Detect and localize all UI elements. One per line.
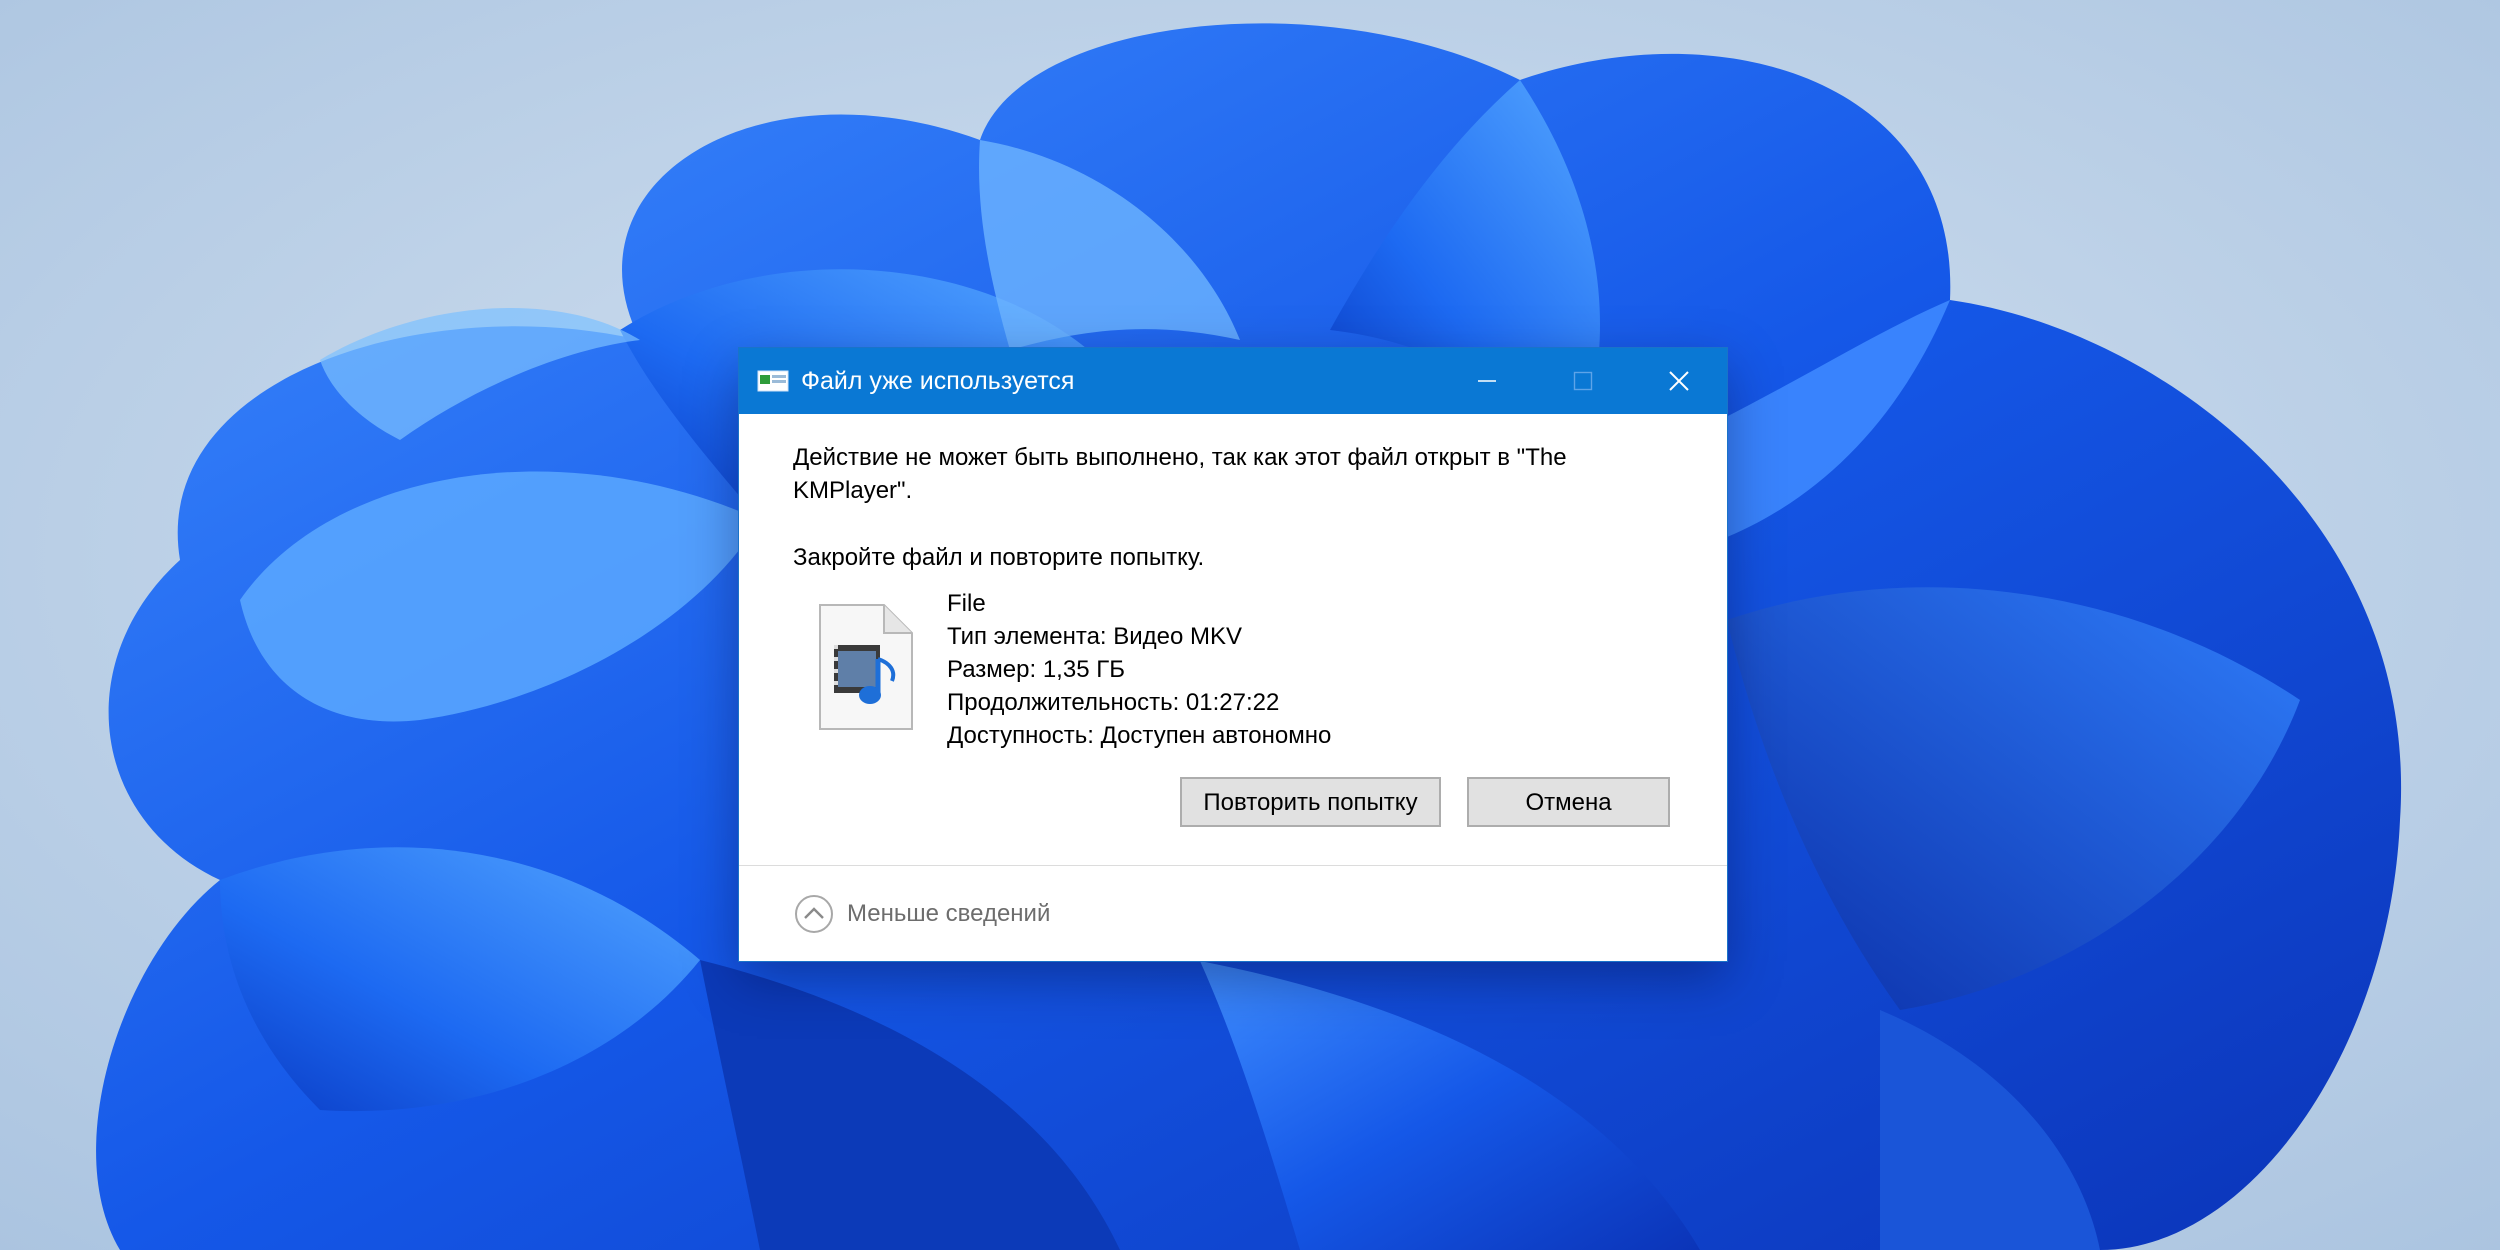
error-message-line-1: Действие не может быть выполнено, так ка… [793,444,1567,471]
chevron-up-circle-icon[interactable] [794,894,834,934]
file-in-use-dialog: Файл уже используется Действие не может … [739,348,1727,961]
minimize-button[interactable] [1439,348,1535,414]
file-name: File [947,590,986,617]
file-size: Размер: 1,35 ГБ [947,656,1125,683]
video-file-icon [819,604,913,730]
file-availability: Доступность: Доступен автономно [947,722,1332,749]
dialog-title: Файл уже используется [801,367,1075,395]
minimize-icon [1478,380,1496,382]
dialog-titlebar[interactable]: Файл уже используется [739,348,1727,414]
less-details-link[interactable]: Меньше сведений [847,898,1050,930]
maximize-button [1535,348,1631,414]
error-message-line-2: KMPlayer". [793,477,913,504]
close-button[interactable] [1631,348,1727,414]
instruction-text: Закройте файл и повторите попытку. [793,544,1205,571]
maximize-icon [1573,371,1593,391]
footer-separator [739,865,1727,866]
file-type: Тип элемента: Видео MKV [947,623,1243,650]
file-duration: Продолжительность: 01:27:22 [947,689,1280,716]
file-in-use-icon [757,370,789,392]
cancel-button[interactable]: Отмена [1467,777,1670,827]
retry-button[interactable]: Повторить попытку [1180,777,1441,827]
close-icon [1669,371,1689,391]
